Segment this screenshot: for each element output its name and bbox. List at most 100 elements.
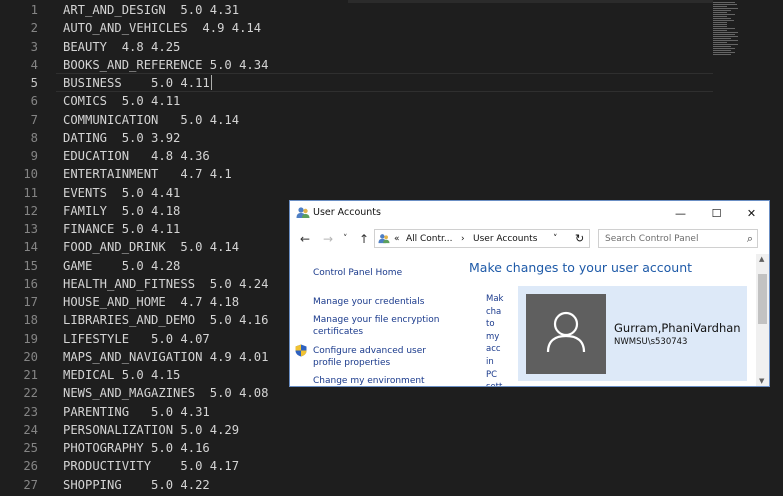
wrapped-link-fragment[interactable]: PC: [486, 369, 508, 382]
maximize-button[interactable]: ☐: [698, 201, 735, 225]
code-line[interactable]: 1 ART_AND_DESIGN 5.0 4.31: [0, 1, 239, 19]
code-line[interactable]: 13 FINANCE 5.0 4.11: [0, 220, 180, 238]
code-line[interactable]: 14 FOOD_AND_DRINK 5.0 4.14: [0, 238, 239, 256]
line-number: 11: [23, 185, 38, 200]
code-line[interactable]: 20 MAPS_AND_NAVIGATION 4.9 4.01: [0, 348, 268, 366]
line-text: HEALTH_AND_FITNESS 5.0 4.24: [63, 276, 269, 291]
line-number: 20: [23, 349, 38, 364]
code-line[interactable]: 26 PRODUCTIVITY 5.0 4.17: [0, 457, 239, 475]
window-titlebar[interactable]: User Accounts — ☐ ✕: [290, 201, 769, 225]
line-number: 27: [23, 477, 38, 492]
minimap-line: [713, 22, 728, 23]
line-number: 6: [30, 94, 38, 109]
code-line[interactable]: 2 AUTO_AND_VEHICLES 4.9 4.14: [0, 19, 261, 37]
manage-credentials-link[interactable]: Manage your credentials: [313, 296, 424, 308]
wrapped-link-text[interactable]: MakchatomyaccinPCsett: [486, 293, 508, 386]
refresh-icon[interactable]: ↻: [575, 232, 584, 245]
line-number: 21: [23, 368, 38, 382]
wrapped-link-fragment[interactable]: to: [486, 318, 508, 331]
code-line[interactable]: 4 BOOKS_AND_REFERENCE 5.0 4.34: [0, 56, 269, 74]
code-line[interactable]: 10 ENTERTAINMENT 4.7 4.1: [0, 165, 231, 183]
scroll-up-icon[interactable]: ▲: [759, 255, 764, 263]
code-line[interactable]: 8 DATING 5.0 3.92: [0, 129, 181, 147]
wrapped-link-fragment[interactable]: acc: [486, 343, 508, 356]
code-line[interactable]: 25 PHOTOGRAPHY 5.0 4.16: [0, 439, 209, 457]
code-line[interactable]: 19 LIFESTYLE 5.0 4.07: [0, 330, 209, 348]
forward-arrow-icon[interactable]: →: [323, 232, 333, 246]
code-line[interactable]: 27 SHOPPING 5.0 4.22: [0, 476, 209, 494]
close-button[interactable]: ✕: [733, 201, 769, 225]
breadcrumb-user-accounts[interactable]: User Accounts: [473, 234, 537, 244]
code-line[interactable]: 23 PARENTING 5.0 4.31: [0, 403, 209, 421]
code-line[interactable]: 21 MEDICAL 5.0 4.15: [0, 366, 180, 384]
wrapped-link-fragment[interactable]: Mak: [486, 293, 508, 306]
code-line[interactable]: 22 NEWS_AND_MAGAZINES 5.0 4.08: [0, 384, 268, 402]
magnifier-icon[interactable]: ⌕: [747, 232, 753, 246]
line-text: AUTO_AND_VEHICLES 4.9 4.14: [63, 21, 262, 36]
wrapped-link-fragment[interactable]: sett: [486, 381, 508, 386]
search-input[interactable]: [599, 230, 745, 247]
code-line[interactable]: 7 COMMUNICATION 5.0 4.14: [0, 111, 239, 129]
scrollbar-thumb[interactable]: [758, 274, 767, 324]
manage-encryption-link-line2[interactable]: certificates: [313, 326, 363, 338]
line-number: 1: [30, 3, 38, 17]
minimap[interactable]: [713, 2, 743, 58]
address-dropdown-icon[interactable]: ˅: [553, 234, 558, 244]
minimap-line: [713, 14, 735, 15]
window-title: User Accounts: [313, 207, 381, 218]
line-number: 22: [23, 386, 38, 401]
code-line[interactable]: 6 COMICS 5.0 4.11: [0, 92, 181, 110]
wrapped-link-fragment[interactable]: my: [486, 331, 508, 344]
code-line[interactable]: 16 HEALTH_AND_FITNESS 5.0 4.24: [0, 275, 268, 293]
line-text: COMMUNICATION 5.0 4.14: [63, 112, 240, 127]
line-text: PERSONALIZATION 5.0 4.29: [63, 422, 240, 437]
back-arrow-icon[interactable]: ←: [300, 232, 310, 246]
line-number: 19: [23, 331, 38, 346]
line-text: LIFESTYLE 5.0 4.07: [63, 331, 210, 346]
vertical-scrollbar[interactable]: ▲ ▼: [756, 254, 769, 386]
configure-advanced-profile-link-line2[interactable]: profile properties: [313, 357, 390, 369]
line-text: ENTERTAINMENT 4.7 4.1: [63, 167, 232, 182]
scroll-down-icon[interactable]: ▼: [759, 377, 764, 385]
minimap-line: [713, 50, 731, 51]
wrapped-link-fragment[interactable]: cha: [486, 306, 508, 319]
text-cursor: [211, 75, 212, 90]
minimap-line: [713, 30, 728, 31]
address-box[interactable]: « All Contr... › User Accounts ˅ ↻: [374, 229, 590, 248]
minimap-line: [713, 24, 728, 25]
line-text: PARENTING 5.0 4.31: [63, 404, 210, 419]
code-line[interactable]: 15 GAME 5.0 4.28: [0, 257, 180, 275]
code-line[interactable]: 3 BEAUTY 4.8 4.25: [0, 38, 181, 56]
person-silhouette-icon: [546, 311, 586, 353]
user-accounts-window[interactable]: User Accounts — ☐ ✕ ← → ˅ ↑ « All Contr.…: [289, 200, 770, 387]
manage-encryption-link[interactable]: Manage your file encryption: [313, 314, 439, 326]
wrapped-link-fragment[interactable]: in: [486, 356, 508, 369]
line-text: COMICS 5.0 4.11: [63, 94, 181, 109]
page-title: Make changes to your user account: [469, 260, 693, 275]
code-line[interactable]: 5 BUSINESS 5.0 4.11: [0, 74, 210, 92]
avatar: [526, 294, 606, 374]
code-line[interactable]: 18 LIBRARIES_AND_DEMO 5.0 4.16: [0, 311, 268, 329]
minimap-line: [713, 8, 739, 9]
code-line[interactable]: 9 EDUCATION 4.8 4.36: [0, 147, 210, 165]
breadcrumb-overflow[interactable]: «: [394, 234, 400, 244]
code-line[interactable]: 17 HOUSE_AND_HOME 4.7 4.18: [0, 293, 239, 311]
configure-advanced-profile-link[interactable]: Configure advanced user: [313, 345, 426, 357]
recent-locations-chevron-icon[interactable]: ˅: [343, 234, 348, 244]
line-number: 17: [23, 295, 38, 309]
control-panel-home-link[interactable]: Control Panel Home: [313, 267, 402, 279]
code-line[interactable]: 24 PERSONALIZATION 5.0 4.29: [0, 421, 239, 439]
minimap-line: [713, 36, 739, 37]
code-line[interactable]: 12 FAMILY 5.0 4.18: [0, 202, 180, 220]
minimap-line: [713, 44, 739, 45]
code-line[interactable]: 11 EVENTS 5.0 4.41: [0, 184, 180, 202]
line-number: 16: [23, 276, 38, 291]
up-arrow-icon[interactable]: ↑: [359, 232, 369, 246]
line-number: 24: [23, 422, 38, 437]
minimap-line: [713, 2, 735, 3]
minimize-button[interactable]: —: [662, 201, 699, 225]
change-environment-link[interactable]: Change my environment: [313, 375, 425, 386]
breadcrumb-all-control-panel[interactable]: All Contr...: [406, 234, 453, 244]
line-text: FINANCE 5.0 4.11: [63, 222, 181, 236]
user-card: Gurram,PhaniVardhan NWMSU\s530743: [518, 286, 747, 381]
